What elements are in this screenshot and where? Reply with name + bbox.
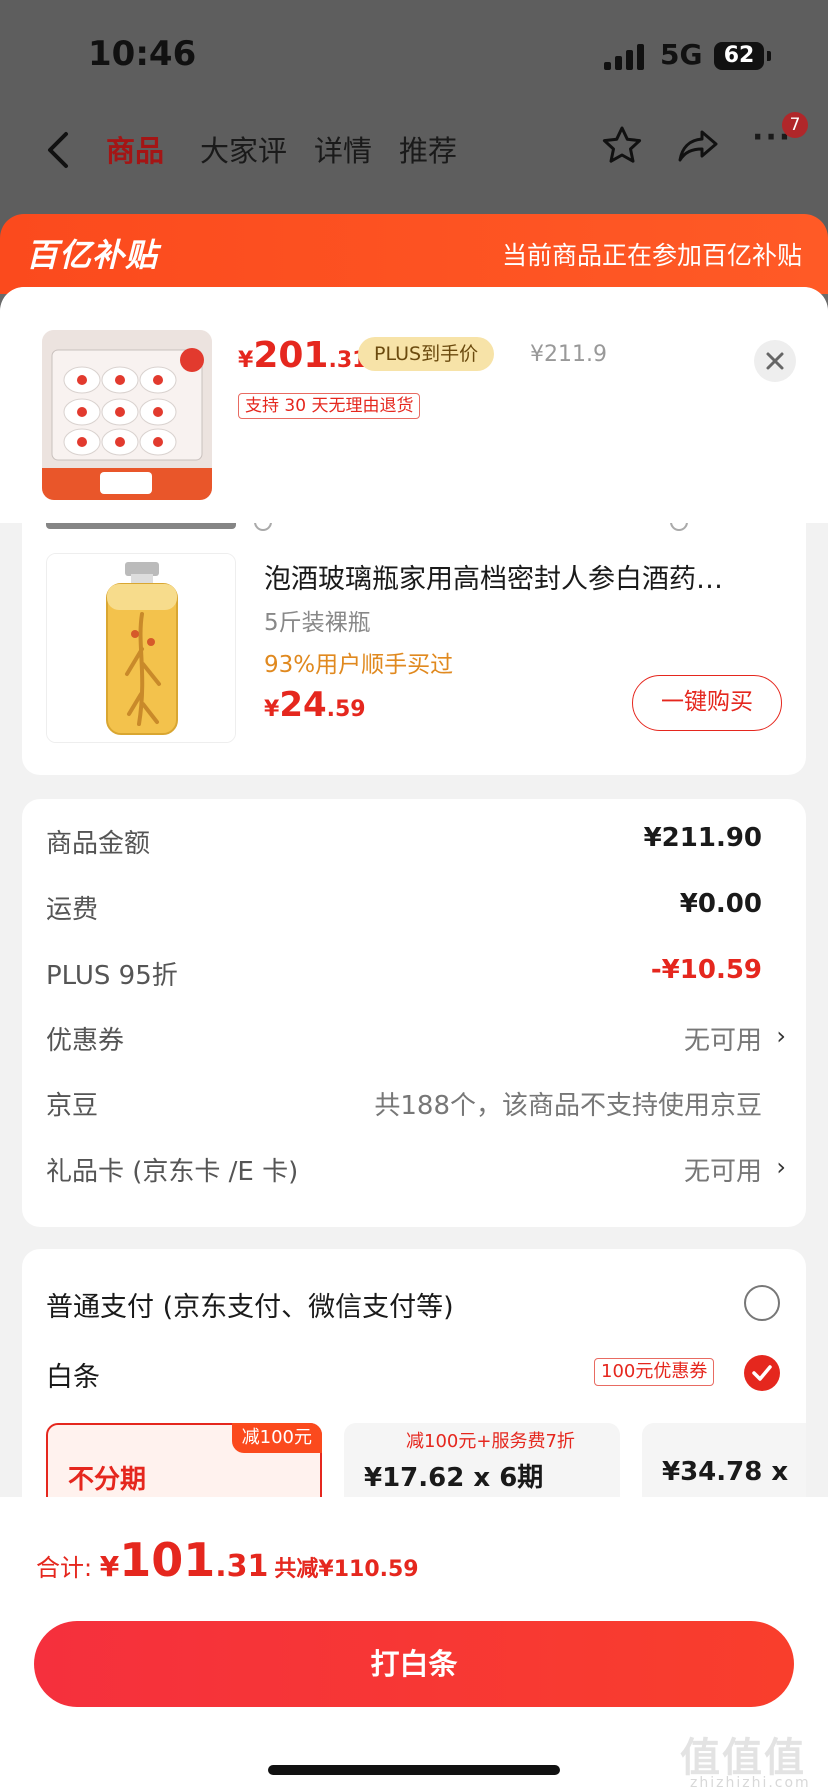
close-icon [766, 352, 784, 370]
bottom-checkout-bar: 合计: ¥101.31 共减¥110.59 打白条 值值值 zhizhizhi.c… [0, 1497, 828, 1792]
plan-note: 减100元+服务费7折 [406, 1431, 575, 1452]
check-icon [752, 1365, 772, 1381]
network-type: 5G [660, 38, 703, 71]
product-header: ¥201.31 PLUS到手价 ¥211.9 支持 30 天无理由退货 [0, 287, 828, 523]
recommend-image[interactable] [46, 553, 236, 743]
recommend-title[interactable]: 泡酒玻璃瓶家用高档密封人参白酒药… [264, 557, 784, 596]
battery-tip [767, 51, 771, 61]
cost-row-gift-card[interactable]: 礼品卡 (京东卡 /E 卡) 无可用 › [46, 1137, 786, 1197]
cost-breakdown-card: 商品金额 ¥211.90 运费 ¥0.00 PLUS 95折 -¥10.59 优… [22, 799, 806, 1227]
price-integer: 201 [253, 335, 329, 376]
cost-value: 共188个，该商品不支持使用京豆 [374, 1091, 762, 1121]
total-label: 合计: [36, 1554, 100, 1582]
cost-row-plus-discount: PLUS 95折 -¥10.59 [46, 941, 786, 1001]
recommend-price: ¥24.59 [264, 685, 366, 725]
baitiao-coupon-tag: 100元优惠券 [594, 1358, 715, 1386]
return-policy-tag: 支持 30 天无理由退货 [238, 393, 421, 419]
battery-icon: 62 [714, 42, 764, 70]
price-decimal: .59 [326, 697, 366, 722]
pay-baitiao-button[interactable]: 打白条 [34, 1621, 794, 1707]
cost-label: PLUS 95折 [46, 961, 178, 991]
baitiao-radio[interactable] [744, 1355, 780, 1391]
cost-row-shipping: 运费 ¥0.00 [46, 875, 786, 935]
cost-value: ¥211.90 [643, 823, 762, 853]
tab-reviews[interactable]: 大家评 [200, 128, 287, 170]
subsidy-text: 当前商品正在参加百亿补贴 [501, 241, 802, 270]
cost-row-jingdou: 京豆 共188个，该商品不支持使用京豆 [46, 1071, 786, 1131]
chevron-right-icon: › [776, 1022, 786, 1050]
product-thumbnail [42, 330, 212, 500]
cost-value: ¥0.00 [679, 889, 762, 919]
tab-details[interactable]: 详情 [314, 128, 372, 170]
normal-payment-label[interactable]: 普通支付 (京东支付、微信支付等) [46, 1285, 454, 1324]
tab-recommend[interactable]: 推荐 [399, 128, 457, 170]
share-icon[interactable] [676, 124, 720, 168]
cost-label: 运费 [46, 895, 99, 925]
star-icon[interactable] [600, 124, 644, 168]
subsidy-banner: 百亿补贴 当前商品正在参加百亿补贴 [0, 214, 828, 294]
total-decimal: .31 [215, 1549, 269, 1584]
price-currency: ¥ [238, 348, 254, 373]
total-integer: 101 [119, 1533, 216, 1587]
normal-payment-radio[interactable] [744, 1285, 780, 1321]
close-button[interactable] [754, 340, 796, 382]
plus-price-tag: PLUS到手价 [358, 337, 495, 371]
price-currency: ¥ [264, 697, 280, 722]
total-amount: 合计: ¥101.31 共减¥110.59 [36, 1533, 419, 1587]
message-badge: 7 [782, 112, 808, 138]
nav-bar: 商品 大家评 详情 推荐 ··· 7 [0, 110, 828, 190]
total-saved: 共减¥110.59 [274, 1557, 419, 1582]
original-price: ¥211.9 [530, 342, 607, 367]
cost-label: 优惠券 [46, 1026, 125, 1056]
cost-label: 京豆 [46, 1091, 99, 1121]
one-click-buy-button[interactable]: 一键购买 [632, 675, 782, 731]
total-currency: ¥ [99, 1550, 120, 1583]
price-integer: 24 [279, 685, 327, 725]
watermark-url: zhizhizhi.com [690, 1775, 811, 1791]
product-price: ¥201.31 [238, 335, 367, 376]
cost-value: 无可用 [683, 1157, 762, 1187]
back-icon[interactable] [40, 128, 80, 172]
chevron-right-icon: › [776, 1153, 786, 1181]
cost-value: 无可用 [683, 1026, 762, 1056]
plan-label: ¥34.78 x [662, 1457, 789, 1487]
plan-label: 不分期 [68, 1465, 147, 1495]
plan-discount-badge: 减100元 [231, 1423, 322, 1453]
cost-row-goods: 商品金额 ¥211.90 [46, 809, 786, 869]
recommend-bought-rate: 93%用户顺手买过 [264, 652, 454, 678]
cost-row-coupon[interactable]: 优惠券 无可用 › [46, 1006, 786, 1066]
baitiao-label[interactable]: 白条 [46, 1355, 100, 1394]
status-bar: 10:46 5G 62 [0, 0, 828, 100]
plan-label: ¥17.62 x 6期 [364, 1463, 544, 1493]
signal-icon [604, 44, 646, 70]
status-time: 10:46 [88, 34, 197, 74]
recommend-card: 泡酒玻璃瓶家用高档密封人参白酒药… 5斤装裸瓶 93%用户顺手买过 ¥24.59… [22, 535, 806, 775]
recommend-spec: 5斤装裸瓶 [264, 610, 371, 636]
subsidy-logo: 百亿补贴 [26, 236, 159, 274]
tab-product[interactable]: 商品 [106, 128, 164, 170]
cost-value: -¥10.59 [650, 955, 762, 985]
cost-label: 礼品卡 (京东卡 /E 卡) [46, 1157, 299, 1187]
home-indicator [268, 1765, 560, 1775]
cost-label: 商品金额 [46, 829, 151, 859]
